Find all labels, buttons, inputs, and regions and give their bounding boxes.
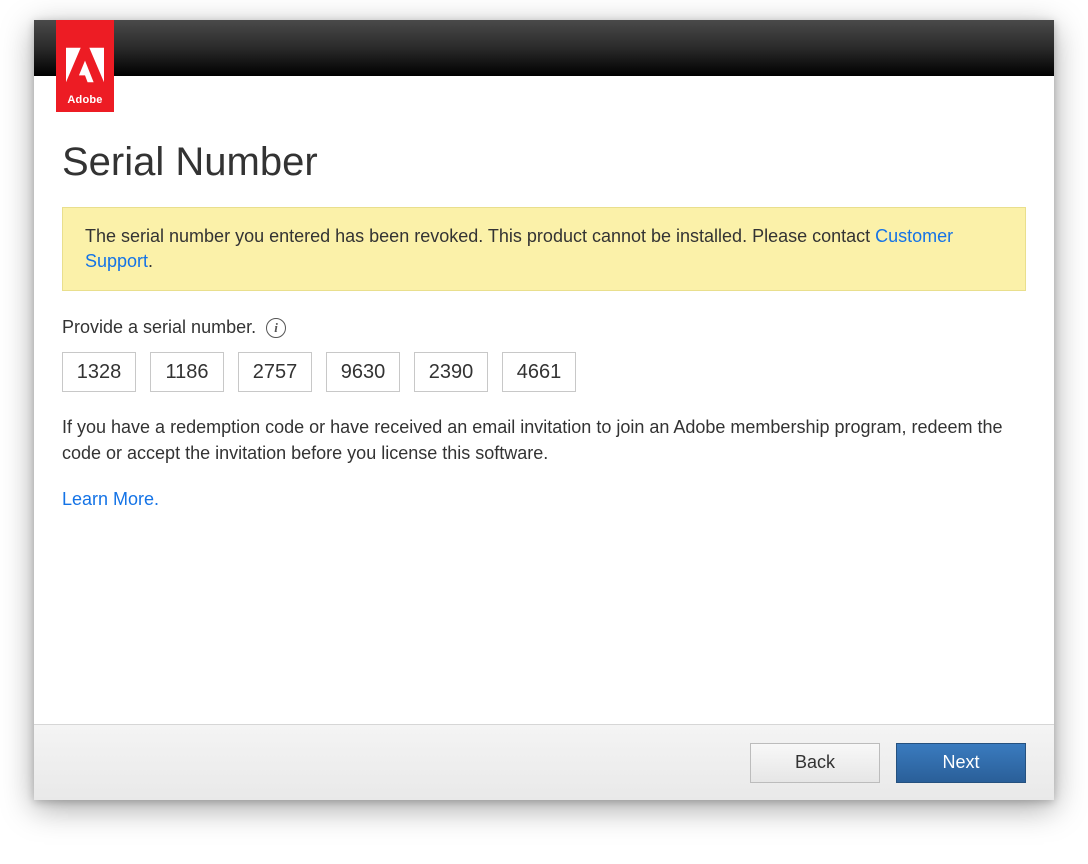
serial-field-5[interactable]: [414, 352, 488, 392]
learn-more-link[interactable]: Learn More.: [62, 489, 159, 510]
page-title: Serial Number: [62, 140, 1026, 185]
redemption-info-text: If you have a redemption code or have re…: [62, 414, 1022, 466]
warning-text-after: .: [148, 251, 153, 271]
adobe-logo-tag: Adobe: [56, 20, 114, 112]
back-button[interactable]: Back: [750, 743, 880, 783]
serial-prompt-row: Provide a serial number. i: [62, 317, 1026, 338]
serial-field-4[interactable]: [326, 352, 400, 392]
serial-field-1[interactable]: [62, 352, 136, 392]
installer-window: Adobe Serial Number The serial number yo…: [34, 20, 1054, 800]
serial-prompt-label: Provide a serial number.: [62, 317, 256, 338]
adobe-logo-icon: [66, 46, 104, 84]
serial-input-row: [62, 352, 1026, 392]
serial-field-6[interactable]: [502, 352, 576, 392]
next-button[interactable]: Next: [896, 743, 1026, 783]
footer-bar: Back Next: [34, 724, 1054, 800]
adobe-logo-label: Adobe: [67, 94, 102, 106]
info-icon[interactable]: i: [266, 318, 286, 338]
content-area: Serial Number The serial number you ente…: [34, 76, 1054, 724]
titlebar: Adobe: [34, 20, 1054, 76]
serial-field-2[interactable]: [150, 352, 224, 392]
warning-banner: The serial number you entered has been r…: [62, 207, 1026, 291]
serial-field-3[interactable]: [238, 352, 312, 392]
warning-text-before: The serial number you entered has been r…: [85, 226, 875, 246]
